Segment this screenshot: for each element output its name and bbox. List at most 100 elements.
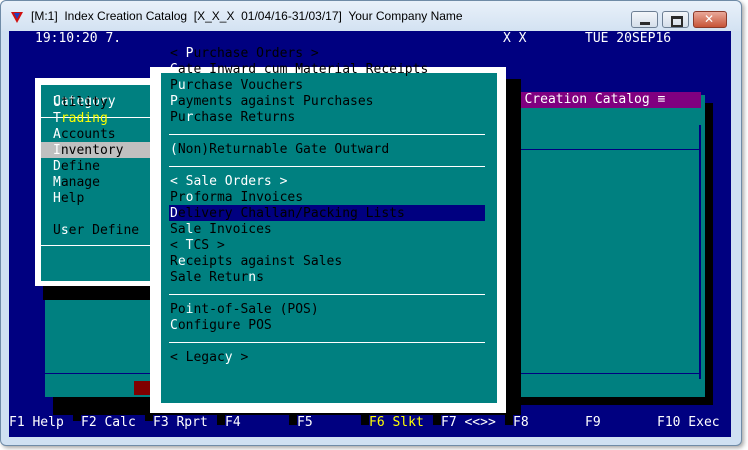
menu-item-text: <: [170, 238, 186, 253]
category-item[interactable]: Trading: [53, 111, 108, 127]
menu-item-text: >: [232, 350, 249, 365]
trading-menu-item[interactable]: Sale Returns: [170, 270, 264, 286]
category-item[interactable]: Accounts: [53, 127, 116, 143]
menu-item-text: Pu: [170, 110, 186, 125]
app-logo-icon[interactable]: [11, 12, 23, 23]
hotkey-letter: e: [177, 254, 186, 269]
menu-item-text: forma Invoices: [193, 190, 304, 205]
hotkey-letter: A: [53, 127, 61, 142]
menu-item-text: P: [170, 78, 178, 93]
hotkey-letter: n: [248, 270, 257, 285]
menu-item-text: onfigure POS: [177, 318, 272, 333]
menu-item-text: rading: [60, 111, 108, 126]
function-key-f6[interactable]: F6 Slkt: [369, 415, 433, 431]
trading-menu-item[interactable]: < Purchase Orders >: [170, 46, 319, 62]
menu-item-text: anage: [60, 175, 100, 190]
menu-item-text: CS >: [193, 238, 225, 253]
divider: [519, 149, 701, 150]
category-item[interactable]: Utility: [53, 95, 108, 111]
application-window: [M:1] Index Creation Catalog [X_X_X 01/0…: [0, 0, 742, 446]
menu-separator: [169, 342, 485, 343]
menu-item-text: rchase Vouchers: [185, 78, 304, 93]
menu-item-text: <: [170, 174, 186, 189]
maximize-button[interactable]: [662, 11, 689, 28]
category-item[interactable]: Help: [53, 191, 84, 207]
menu-item-text: ccounts: [60, 127, 116, 142]
menu-item-text: tility: [60, 95, 108, 110]
divider: [41, 245, 165, 246]
category-item[interactable]: Inventory: [53, 143, 123, 159]
clock-display: 19:10:20 7.: [35, 31, 122, 46]
hotkey-letter: D: [53, 159, 61, 174]
menu-item-text: ayments against Purchases: [177, 94, 374, 109]
trading-menu-item[interactable]: Purchase Vouchers: [170, 78, 303, 94]
function-key-f10[interactable]: F10 Exec: [657, 415, 731, 431]
menu-item-text: ceipts against Sales: [185, 254, 343, 269]
function-key-f1[interactable]: F1 Help: [9, 415, 73, 431]
menu-item-text: U: [53, 223, 61, 238]
menu-item-text: Non)Returnable Gate Outward: [177, 142, 390, 157]
menu-item-text: Sa: [170, 222, 186, 237]
trading-menu-item[interactable]: < Legacy >: [170, 350, 248, 366]
menu-item-text: ale Orders >: [193, 174, 288, 189]
hotkey-letter: M: [53, 175, 61, 190]
menu-item-text: Pr: [170, 190, 186, 205]
hotkey-letter: G: [170, 62, 178, 77]
company-code: X X: [503, 31, 527, 46]
menu-item-text: chase Returns: [193, 110, 296, 125]
trading-menu-item[interactable]: Configure POS: [170, 318, 272, 334]
trading-menu-item[interactable]: Receipts against Sales: [170, 254, 342, 270]
category-item[interactable]: User Define: [53, 223, 139, 239]
trading-menu-item[interactable]: Purchase Returns: [170, 110, 295, 126]
function-key-f9[interactable]: F9: [585, 415, 649, 431]
trading-menu-item[interactable]: (Non)Returnable Gate Outward: [170, 142, 389, 158]
menu-item-text: R: [170, 254, 178, 269]
hotkey-letter: u: [177, 78, 186, 93]
hotkey-letter: s: [60, 223, 69, 238]
function-key-f2[interactable]: F2 Calc: [81, 415, 145, 431]
hotkey-letter: I: [53, 143, 61, 158]
menu-item-text: urchase Orders >: [193, 46, 319, 61]
trading-menu-item[interactable]: Proforma Invoices: [170, 190, 303, 206]
title-bar[interactable]: [M:1] Index Creation Catalog [X_X_X 01/0…: [1, 1, 741, 31]
hotkey-letter: C: [170, 318, 178, 333]
minimize-button[interactable]: [631, 11, 658, 28]
trading-menu-item[interactable]: Payments against Purchases: [170, 94, 374, 110]
trading-menu-item[interactable]: < TCS >: [170, 238, 225, 254]
function-key-f5[interactable]: F5: [297, 415, 361, 431]
menu-separator: [169, 166, 485, 167]
trading-menu-item[interactable]: Gate Inward cum Material Receipts: [170, 62, 428, 78]
menu-item-text: elp: [60, 191, 85, 206]
trading-menu-item[interactable]: Delivery Challan/Packing Lists: [170, 206, 405, 222]
trading-menu-item[interactable]: Sale Invoices: [170, 222, 272, 238]
menu-item-text: nventory: [60, 143, 124, 158]
menu-item-text: ate Inward cum Material Receipts: [177, 62, 429, 77]
menu-item-text: s: [256, 270, 264, 285]
category-item[interactable]: Define: [53, 159, 100, 175]
hotkey-letter: (: [170, 142, 178, 157]
catalog-window-title[interactable]: ex Creation Catalog ≡: [501, 92, 701, 108]
category-item[interactable]: Manage: [53, 175, 100, 191]
function-key-f4[interactable]: F4: [225, 415, 289, 431]
hotkey-letter: D: [170, 206, 178, 221]
function-key-f3[interactable]: F3 Rprt: [153, 415, 217, 431]
trading-menu-item[interactable]: Point-of-Sale (POS): [170, 302, 319, 318]
menu-separator: [169, 294, 485, 295]
close-button[interactable]: [693, 11, 727, 28]
window-title: [M:1] Index Creation Catalog [X_X_X 01/0…: [31, 9, 463, 23]
menu-item-text: nt-of-Sale (POS): [193, 302, 319, 317]
trading-menu-item[interactable]: < Sale Orders >: [170, 174, 287, 190]
menu-item-text: elivery Challan/Packing Lists: [177, 206, 405, 221]
function-key-f7[interactable]: F7 <<>>: [441, 415, 505, 431]
menu-item-text: e Invoices: [193, 222, 272, 237]
hotkey-letter: T: [53, 111, 61, 126]
function-key-bar: F1 Help F2 Calc F3 Rprt F4 F5 F6 Slkt F7 <<>> F…: [9, 415, 731, 433]
date-display: TUE 20SEP16: [585, 31, 672, 46]
function-key-f8[interactable]: F8: [513, 415, 577, 431]
divider: [699, 125, 701, 379]
menu-item-text: Sale Retur: [170, 270, 249, 285]
console-screen: 19:10:20 7. X X TUE 20SEP16 ex Creation …: [9, 31, 731, 437]
menu-item-text: < Legac: [170, 350, 225, 365]
menu-separator: [169, 134, 485, 135]
menu-item-text: efine: [60, 159, 100, 174]
